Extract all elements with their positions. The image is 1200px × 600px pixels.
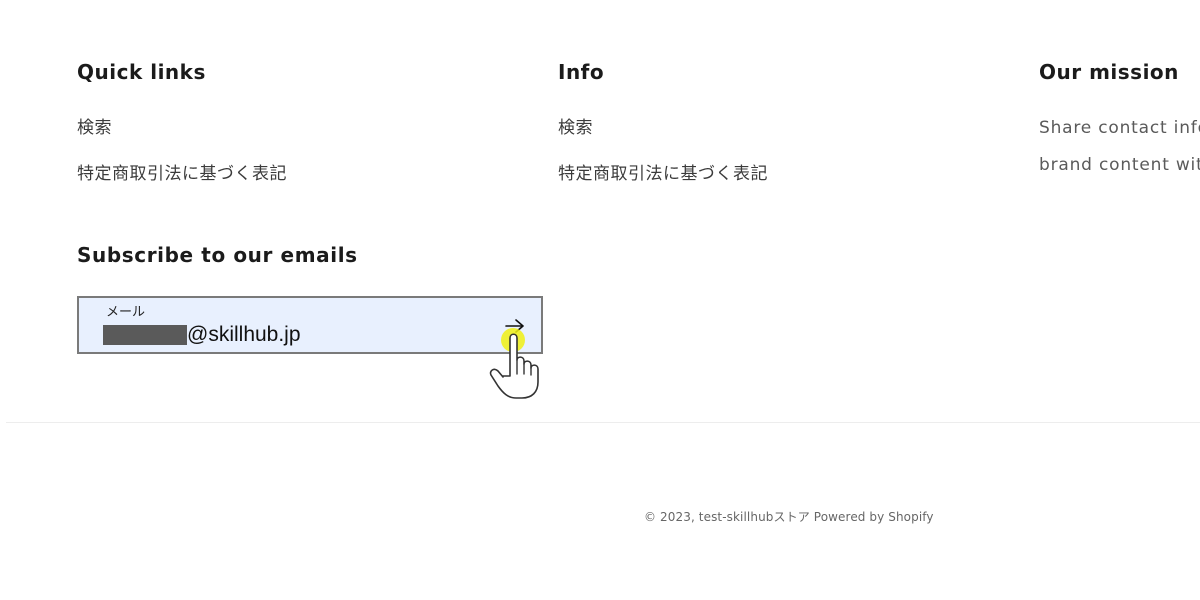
footer-column-info: Info 検索 特定商取引法に基づく表記 [558, 58, 998, 210]
search-link[interactable]: 検索 [558, 118, 593, 138]
subscribe-heading: Subscribe to our emails [77, 243, 358, 267]
footer-column-quick-links: Quick links 検索 特定商取引法に基づく表記 [77, 58, 517, 210]
quick-links-heading: Quick links [77, 60, 206, 84]
hand-pointer-cursor-icon [489, 333, 539, 399]
email-domain-text: @skillhub.jp [187, 323, 301, 346]
legal-notice-link[interactable]: 特定商取引法に基づく表記 [558, 164, 768, 184]
mission-text-line: brand content wit [1039, 155, 1200, 175]
email-field[interactable]: メール @skillhub.jp [77, 296, 543, 354]
footer-divider [6, 422, 1200, 423]
powered-by-shopify-link[interactable]: Powered by Shopify [814, 510, 934, 524]
mission-heading: Our mission [1039, 60, 1179, 84]
search-link[interactable]: 検索 [77, 118, 112, 138]
redacted-text-block [103, 325, 187, 345]
newsletter-signup: Subscribe to our emails メール @skillhub.jp [77, 241, 547, 354]
mission-text: Share contact info brand content wit [1039, 110, 1200, 184]
list-item: 特定商取引法に基づく表記 [558, 164, 998, 210]
legal-notice-link[interactable]: 特定商取引法に基づく表記 [77, 164, 287, 184]
mission-text-line: Share contact info [1039, 118, 1200, 138]
list-item: 特定商取引法に基づく表記 [77, 164, 517, 210]
email-field-label: メール [106, 305, 146, 320]
site-footer: Quick links 検索 特定商取引法に基づく表記 Info 検索 特定商取… [0, 0, 1200, 600]
info-links-list: 検索 特定商取引法に基づく表記 [558, 118, 998, 210]
quick-links-list: 検索 特定商取引法に基づく表記 [77, 118, 517, 210]
email-field-value[interactable]: @skillhub.jp [103, 323, 301, 347]
copyright-notice: © 2023, test-skillhubストア Powered by Shopi… [644, 508, 934, 525]
list-item: 検索 [558, 118, 998, 164]
list-item: 検索 [77, 118, 517, 164]
footer-column-mission: Our mission Share contact info brand con… [1039, 58, 1200, 184]
info-heading: Info [558, 60, 605, 84]
copyright-text: © 2023, test-skillhubストア [644, 510, 810, 524]
